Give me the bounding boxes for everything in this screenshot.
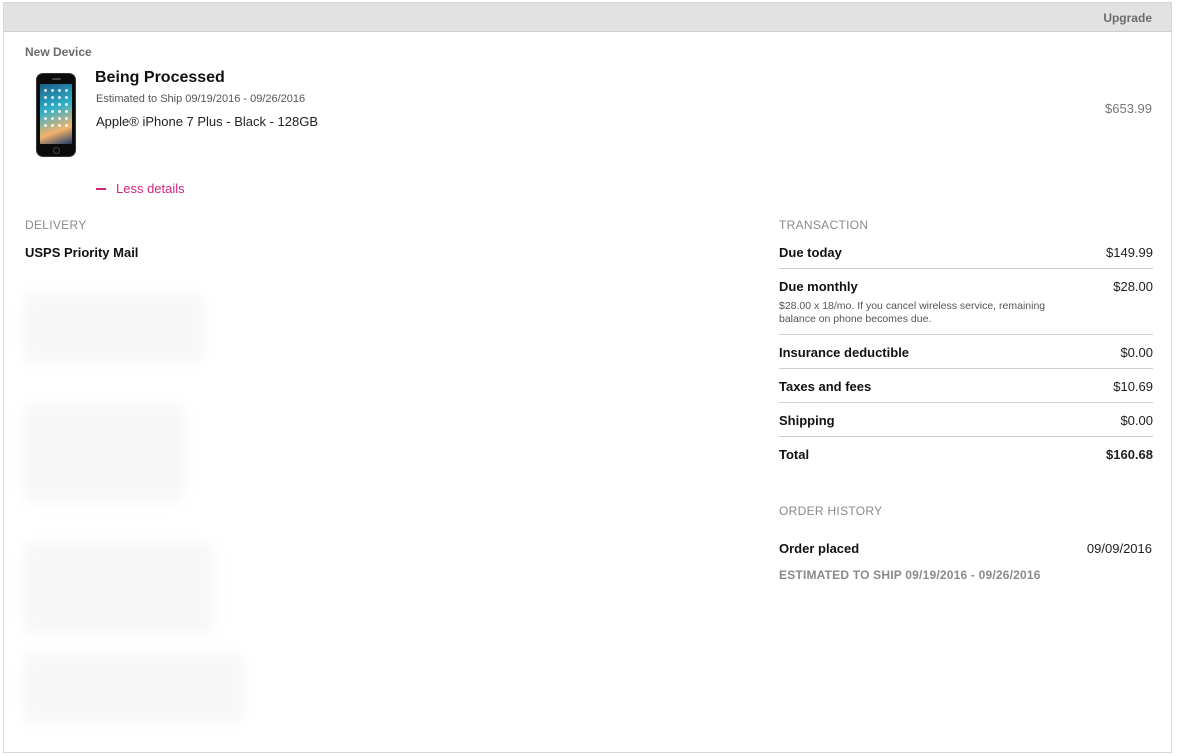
row-value: $0.00 [1120,345,1153,360]
phone-app-grid [42,87,70,127]
row-value: $0.00 [1120,413,1153,428]
row-value: $28.00 [1113,279,1153,294]
order-status-title: Being Processed [95,69,225,86]
phone-image-icon [36,73,76,157]
new-device-label: New Device [25,45,92,59]
estimated-ship-text: ESTIMATED TO SHIP 09/19/2016 - 09/26/201… [779,568,1041,582]
transaction-row-shipping: Shipping $0.00 [779,403,1153,437]
row-value: $149.99 [1106,245,1153,260]
redacted-info-block [24,543,214,633]
less-details-label: Less details [116,181,185,196]
monthly-note: $28.00 x 18/mo. If you cancel wireless s… [779,300,1046,325]
order-placed-date: 09/09/2016 [1086,541,1152,556]
delivery-label: DELIVERY [25,218,87,232]
row-label: Insurance deductible [779,345,910,360]
upgrade-label: Upgrade [1103,11,1152,25]
total-value: $160.68 [1106,447,1153,462]
order-placed-label: Order placed [779,541,860,556]
transaction-row-taxes: Taxes and fees $10.69 [779,369,1153,403]
row-label: Due monthly [779,279,858,294]
transaction-row-insurance: Insurance deductible $0.00 [779,335,1153,369]
phone-home-button [53,147,60,154]
row-label: Taxes and fees [779,379,872,394]
row-value: $10.69 [1113,379,1153,394]
device-name: Apple® iPhone 7 Plus - Black - 128GB [96,114,319,129]
order-history-label: ORDER HISTORY [779,504,883,518]
transaction-row-due-today: Due today $149.99 [779,235,1153,269]
transaction-table: Due today $149.99 Due monthly $28.00 x 1… [779,235,1153,470]
redacted-info-block [24,653,244,723]
transaction-row-due-monthly: Due monthly $28.00 x 18/mo. If you cance… [779,269,1153,335]
device-price: $653.99 [1105,101,1152,116]
transaction-label: TRANSACTION [779,218,869,232]
ship-estimate: Estimated to Ship 09/19/2016 - 09/26/201… [96,93,306,105]
order-card: Upgrade New Device Being Processed Estim… [3,2,1172,753]
redacted-info-block [24,403,184,503]
row-label: Due today [779,245,842,260]
less-details-link[interactable]: Less details [96,181,185,196]
card-header: Upgrade [4,3,1171,32]
minus-icon [96,187,106,190]
delivery-method: USPS Priority Mail [25,245,139,260]
row-label: Shipping [779,413,835,428]
transaction-row-total: Total $160.68 [779,437,1153,470]
redacted-address-block [24,293,204,363]
row-label: Total [779,447,810,462]
phone-speaker [52,78,61,80]
